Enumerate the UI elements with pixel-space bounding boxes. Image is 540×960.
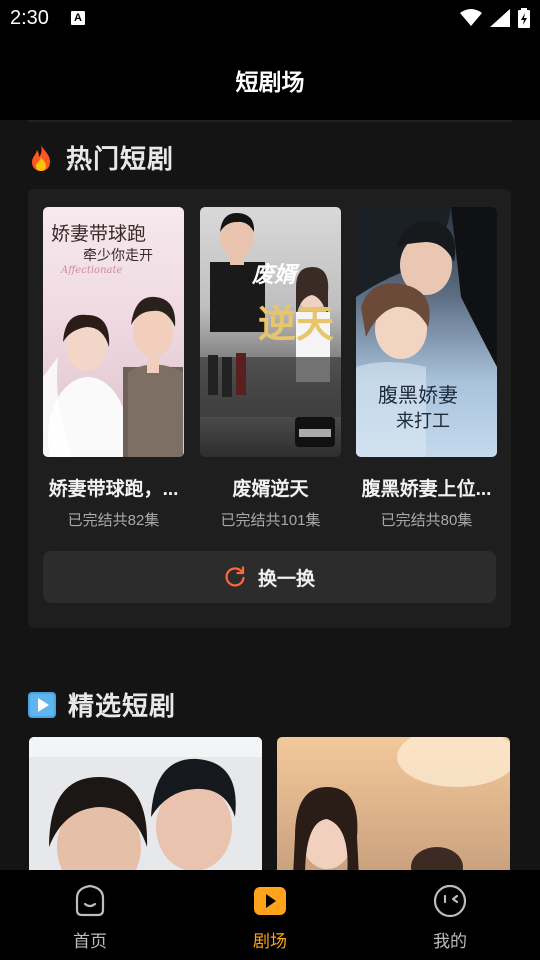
poster-2-line-1: 废婿 [252, 262, 297, 288]
poster-3-line-1: 腹黑娇妻 [378, 383, 458, 407]
refresh-icon [225, 566, 245, 587]
poster-2-line-2: 逆天 [258, 301, 335, 346]
pick-poster-1[interactable] [29, 737, 262, 870]
drama-episodes-3: 已完结共80集 [380, 512, 473, 529]
drama-card-2[interactable]: 废婿 逆天 废婿逆天 已完结共101集 [200, 207, 341, 530]
status-bar: 2:30 A [0, 0, 540, 38]
poster-1-line-1: 娇妻带球跑 [51, 223, 147, 245]
poster-1-en: Affectionate [61, 265, 123, 276]
hot-section-header: 热门短剧 [28, 139, 174, 176]
picks-section-title: 精选短剧 [68, 691, 177, 721]
drama-poster-1[interactable]: 娇妻带球跑 牵少你走开 Affectionate [43, 207, 184, 457]
hot-section-title: 热门短剧 [66, 144, 175, 174]
drama-card-3[interactable]: 腹黑娇妻 来打工 腹黑娇妻上位... 已完结共80集 [356, 207, 497, 530]
home-face-icon [75, 884, 105, 917]
signal-icon [490, 9, 510, 27]
nav-label-profile: 我的 [433, 932, 467, 951]
notification-icon: A [71, 11, 85, 25]
picks-section-header: 精选短剧 [28, 686, 176, 723]
fire-icon [32, 144, 50, 171]
bottom-nav: 首页 剧场 我的 [0, 870, 540, 960]
app-header: 短剧场 [0, 38, 540, 120]
drama-card-1[interactable]: 娇妻带球跑 牵少你走开 Affectionate 娇妻带球跑，... 已完结共8… [43, 207, 184, 530]
pick-poster-2[interactable] [277, 737, 510, 870]
drama-episodes-2: 已完结共101集 [220, 512, 321, 529]
nav-item-theater[interactable]: 剧场 [210, 870, 330, 960]
drama-title-2[interactable]: 废婿逆天 [200, 474, 341, 501]
theater-play-icon [254, 887, 286, 915]
poster-3-line-2: 来打工 [396, 411, 450, 432]
drama-title-1[interactable]: 娇妻带球跑，... [43, 474, 184, 501]
drama-poster-3[interactable]: 腹黑娇妻 来打工 [356, 207, 497, 457]
nav-item-home[interactable]: 首页 [30, 870, 150, 960]
hot-dramas-card: 娇妻带球跑 牵少你走开 Affectionate 娇妻带球跑，... 已完结共8… [28, 189, 511, 628]
pick-art-1 [29, 737, 262, 870]
drama-title-3[interactable]: 腹黑娇妻上位... [356, 474, 497, 501]
nav-item-profile[interactable]: 我的 [390, 870, 510, 960]
drama-episodes-1: 已完结共82集 [67, 512, 160, 529]
poster-1-line-2: 牵少你走开 [83, 248, 153, 264]
nav-label-home: 首页 [73, 932, 107, 951]
status-icons [460, 8, 530, 28]
pick-art-2 [277, 737, 510, 870]
profile-face-icon [433, 884, 467, 918]
page-title: 短剧场 [235, 69, 305, 95]
content-area[interactable]: 热门短剧 娇妻带球跑 牵少你走开 Affectionate 娇妻带球跑，... … [0, 120, 540, 870]
battery-icon [518, 8, 530, 28]
status-time: 2:30 [10, 7, 49, 29]
refresh-button[interactable]: 换一换 [43, 551, 496, 603]
play-icon [28, 691, 56, 718]
drama-poster-2[interactable]: 废婿 逆天 [200, 207, 341, 457]
nav-label-theater: 剧场 [253, 932, 287, 951]
wifi-icon [460, 9, 482, 26]
refresh-label: 换一换 [257, 568, 315, 590]
